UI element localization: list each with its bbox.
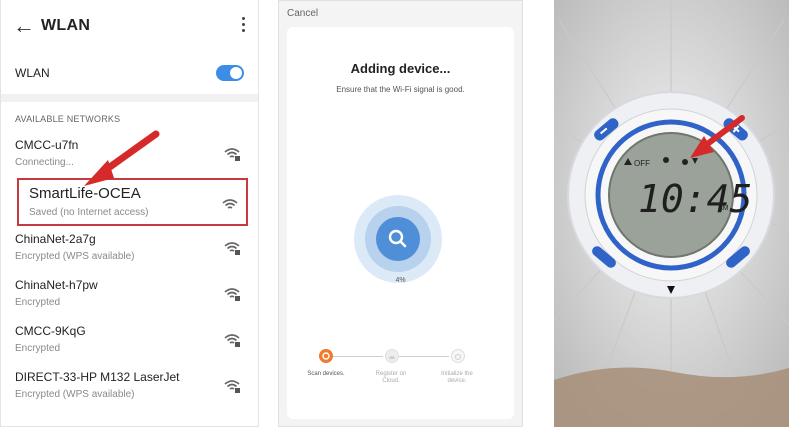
progress-percent: 4% bbox=[395, 277, 406, 284]
adding-device-title: Adding device... bbox=[350, 61, 451, 76]
wlan-toggle-row[interactable]: WLAN bbox=[1, 52, 258, 94]
pill-dispenser-photo: OFF 10:45 AM bbox=[554, 0, 789, 427]
initialize-step-icon bbox=[451, 349, 465, 363]
lcd-am-pm: AM bbox=[718, 205, 729, 212]
section-divider bbox=[1, 94, 258, 102]
more-options-icon[interactable] bbox=[242, 17, 246, 35]
wifi-icon bbox=[222, 199, 238, 209]
wifi-lock-icon bbox=[224, 148, 240, 161]
hand-area bbox=[554, 367, 789, 427]
progress-steps: Scan devices. Register on Cloud. Initial… bbox=[307, 349, 487, 389]
network-status: Encrypted bbox=[15, 343, 61, 354]
wifi-lock-icon bbox=[224, 380, 240, 393]
step-label-scan: Scan devices. bbox=[307, 371, 345, 377]
device-photo: OFF 10:45 AM bbox=[554, 0, 789, 427]
step-label-initialize: Initialize the device. bbox=[441, 371, 473, 384]
step-label-register: Register on Cloud. bbox=[375, 371, 407, 384]
network-name: DIRECT-33-HP M132 LaserJet bbox=[15, 370, 180, 384]
network-status: Saved (no Internet access) bbox=[29, 207, 149, 218]
cancel-button[interactable]: Cancel bbox=[287, 8, 318, 19]
network-name: ChinaNet-h7pw bbox=[15, 278, 98, 292]
toggle-knob bbox=[230, 67, 242, 79]
step-connector bbox=[333, 356, 383, 357]
scan-step-icon bbox=[319, 349, 333, 363]
network-status: Encrypted (WPS available) bbox=[15, 251, 135, 262]
adding-device-subtitle: Ensure that the Wi-Fi signal is good. bbox=[336, 85, 465, 94]
back-arrow-icon[interactable]: ← bbox=[13, 13, 41, 39]
wlan-header: ← WLAN bbox=[1, 0, 258, 52]
network-status: Encrypted bbox=[15, 297, 61, 308]
adding-device-screen: Cancel Adding device... Ensure that the … bbox=[278, 0, 523, 427]
network-name: ChinaNet-2a7g bbox=[15, 232, 96, 246]
lcd-time: 10:45 bbox=[638, 177, 752, 221]
cloud-step-icon bbox=[385, 349, 399, 363]
wifi-lock-icon bbox=[224, 288, 240, 301]
wlan-toggle[interactable] bbox=[216, 65, 244, 81]
lcd-indicator-text: OFF bbox=[634, 159, 650, 168]
red-pointer-arrow-icon bbox=[84, 130, 160, 186]
wlan-toggle-label: WLAN bbox=[15, 66, 50, 80]
page-title: WLAN bbox=[41, 17, 91, 34]
wlan-settings-screen: ← WLAN WLAN AVAILABLE NETWORKS CMCC-u7fn… bbox=[0, 0, 259, 427]
network-item-chinanet-2a7g[interactable]: ChinaNet-2a7g Encrypted (WPS available) bbox=[1, 226, 258, 272]
adding-device-card: Adding device... Ensure that the Wi-Fi s… bbox=[287, 27, 514, 419]
wifi-lock-icon bbox=[224, 242, 240, 255]
network-item-chinanet-h7pw[interactable]: ChinaNet-h7pw Encrypted bbox=[1, 272, 258, 318]
step-connector bbox=[399, 356, 449, 357]
network-status: Encrypted (WPS available) bbox=[15, 389, 135, 400]
search-progress-ring bbox=[354, 195, 442, 283]
wifi-lock-icon bbox=[224, 334, 240, 347]
network-item-direct-33-hp[interactable]: DIRECT-33-HP M132 LaserJet Encrypted (WP… bbox=[1, 364, 258, 410]
network-item-cmcc-9kqg[interactable]: CMCC-9KqG Encrypted bbox=[1, 318, 258, 364]
network-name: CMCC-9KqG bbox=[15, 324, 86, 338]
